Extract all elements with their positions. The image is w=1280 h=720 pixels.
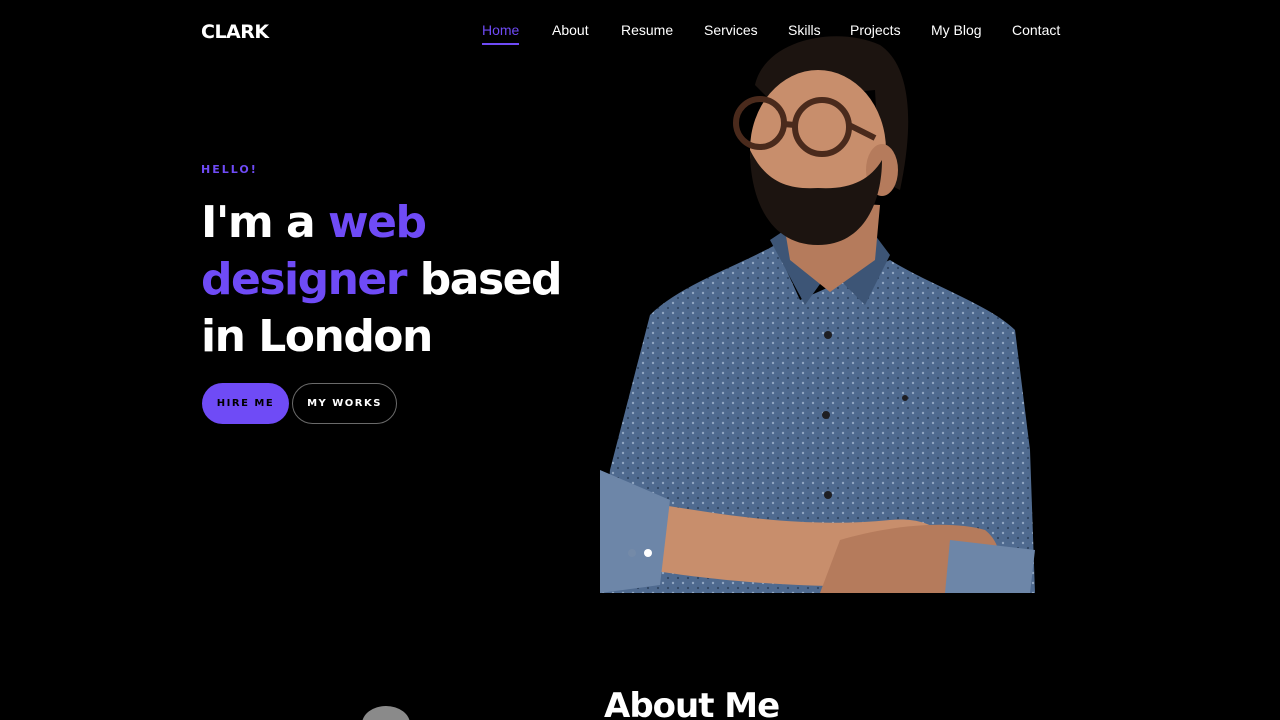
headline-accent-designer: designer (201, 254, 407, 305)
slider-dot-active[interactable] (644, 549, 652, 557)
headline-text: I'm a (201, 197, 329, 248)
nav-item-label: Home (482, 22, 520, 38)
hero-portrait (600, 36, 1035, 593)
nav-active-underline (482, 43, 520, 45)
nav-item-home[interactable]: Home (482, 22, 520, 45)
slider-dot[interactable] (628, 549, 636, 557)
my-works-button[interactable]: MY WORKS (292, 383, 397, 424)
about-portrait (362, 706, 410, 720)
headline-text: in London (201, 311, 433, 362)
about-section-title: About Me (604, 686, 780, 720)
hero-eyebrow: HELLO! (201, 163, 258, 176)
nav-item-about[interactable]: About (552, 22, 589, 38)
hero-headline: I'm a web designer based in London (201, 194, 621, 365)
hire-me-button[interactable]: HIRE ME (202, 383, 289, 424)
headline-text: based (405, 254, 563, 305)
headline-accent-web: web (328, 197, 427, 248)
page: CLARK Home About Resume Services Skills … (0, 0, 1280, 720)
